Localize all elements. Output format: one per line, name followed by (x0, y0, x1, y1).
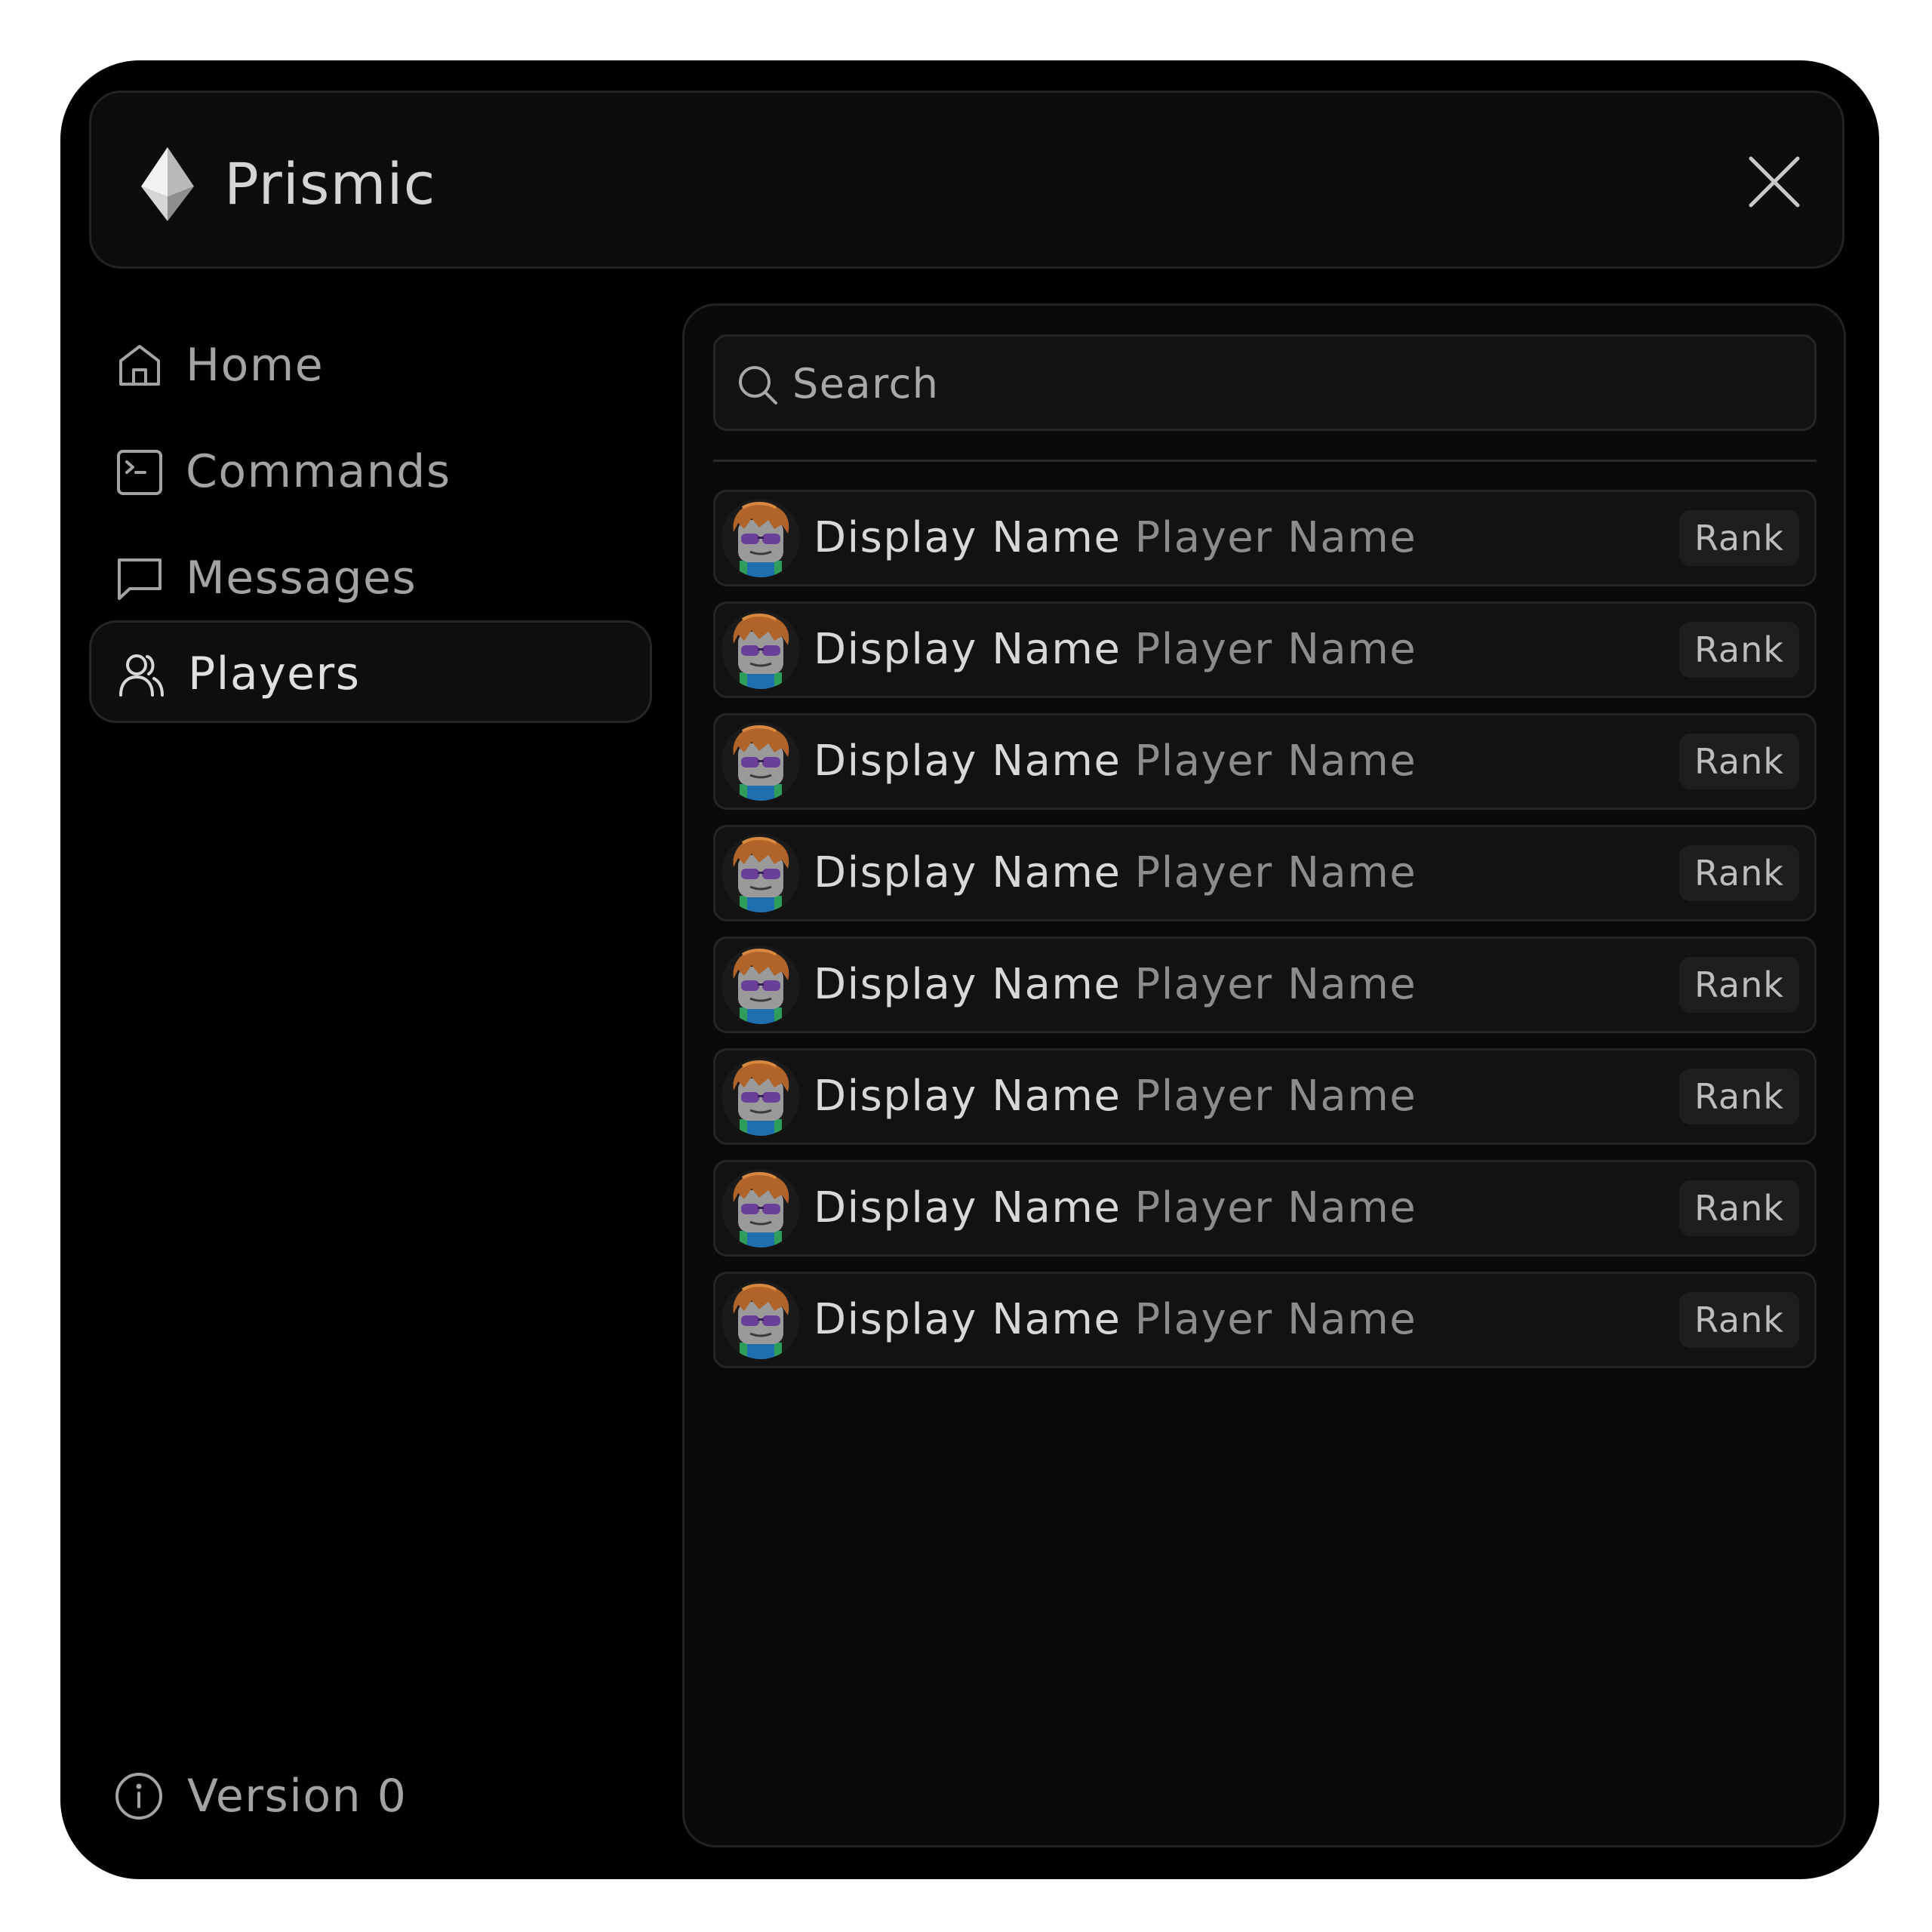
display-name: Display Name (814, 1295, 1121, 1344)
player-names: Display Name Player Name (814, 1051, 1417, 1143)
display-name: Display Name (814, 1072, 1121, 1121)
player-names: Display Name Player Name (814, 604, 1417, 696)
player-name: Player Name (1134, 1183, 1417, 1232)
home-icon (119, 345, 160, 386)
display-name: Display Name (814, 625, 1121, 674)
player-names: Display Name Player Name (814, 1162, 1417, 1254)
player-name: Player Name (1134, 848, 1417, 897)
player-list: Display Name Player Name Rank Display Name P… (713, 490, 1817, 1383)
player-row[interactable]: Display Name Player Name Rank (713, 1160, 1817, 1257)
players-panel: Display Name Player Name Rank Display Name P… (682, 303, 1846, 1847)
message-icon (118, 558, 162, 600)
divider (713, 460, 1817, 462)
player-names: Display Name Player Name (814, 715, 1417, 808)
player-name: Player Name (1134, 1295, 1417, 1344)
avatar-icon (721, 1281, 800, 1359)
rank-badge: Rank (1679, 622, 1799, 678)
display-name: Display Name (814, 1183, 1121, 1232)
users-icon (119, 654, 164, 697)
close-button[interactable] (1744, 152, 1804, 212)
rank-badge: Rank (1679, 1180, 1799, 1236)
avatar-icon (721, 1057, 800, 1136)
sidebar-item-label: Messages (186, 552, 417, 605)
player-name: Player Name (1134, 737, 1417, 786)
avatar-icon (721, 722, 800, 801)
search-box[interactable] (713, 334, 1817, 431)
player-row[interactable]: Display Name Player Name Rank (713, 1272, 1817, 1368)
player-name: Player Name (1134, 1072, 1417, 1121)
player-row[interactable]: Display Name Player Name Rank (713, 1048, 1817, 1145)
search-input[interactable] (791, 337, 1790, 430)
app-title: Prismic (224, 150, 436, 217)
sidebar-item-commands[interactable]: Commands (89, 420, 652, 523)
player-name: Player Name (1134, 625, 1417, 674)
player-row[interactable]: Display Name Player Name Rank (713, 713, 1817, 810)
player-row[interactable]: Display Name Player Name Rank (713, 601, 1817, 698)
avatar (721, 1057, 800, 1136)
avatar (721, 946, 800, 1024)
version-label: Version 0 (187, 1770, 408, 1823)
display-name: Display Name (814, 737, 1121, 786)
player-name: Player Name (1134, 960, 1417, 1009)
sidebar-item-label: Players (188, 648, 361, 700)
player-names: Display Name Player Name (814, 827, 1417, 919)
info-icon (115, 1773, 162, 1820)
rank-badge: Rank (1679, 1069, 1799, 1124)
avatar (721, 1281, 800, 1359)
header-bar: Prismic (89, 91, 1844, 269)
sidebar-item-messages[interactable]: Messages (89, 527, 652, 629)
display-name: Display Name (814, 960, 1121, 1009)
diamond-icon (141, 147, 194, 221)
avatar (721, 834, 800, 912)
sidebar-item-home[interactable]: Home (89, 314, 652, 417)
player-names: Display Name Player Name (814, 1274, 1417, 1366)
rank-badge: Rank (1679, 845, 1799, 901)
sidebar-item-players[interactable]: Players (89, 620, 652, 723)
avatar-icon (721, 499, 800, 577)
avatar (721, 499, 800, 577)
rank-badge: Rank (1679, 1292, 1799, 1348)
avatar (721, 1169, 800, 1247)
avatar-icon (721, 1169, 800, 1247)
player-row[interactable]: Display Name Player Name Rank (713, 825, 1817, 921)
avatar-icon (721, 834, 800, 912)
avatar-icon (721, 946, 800, 1024)
player-name: Player Name (1134, 513, 1417, 562)
avatar (721, 722, 800, 801)
sidebar-item-label: Home (186, 339, 325, 392)
display-name: Display Name (814, 848, 1121, 897)
app-window: Prismic Home Commands Messages Players V… (60, 60, 1879, 1879)
avatar (721, 611, 800, 689)
avatar-icon (721, 611, 800, 689)
search-icon (739, 366, 777, 405)
player-names: Display Name Player Name (814, 939, 1417, 1031)
display-name: Display Name (814, 513, 1121, 562)
rank-badge: Rank (1679, 734, 1799, 789)
terminal-icon (117, 450, 162, 495)
close-icon (1749, 156, 1800, 208)
rank-badge: Rank (1679, 957, 1799, 1013)
player-row[interactable]: Display Name Player Name Rank (713, 490, 1817, 586)
rank-badge: Rank (1679, 510, 1799, 566)
player-names: Display Name Player Name (814, 492, 1417, 584)
sidebar-item-label: Commands (186, 445, 451, 498)
player-row[interactable]: Display Name Player Name Rank (713, 937, 1817, 1033)
